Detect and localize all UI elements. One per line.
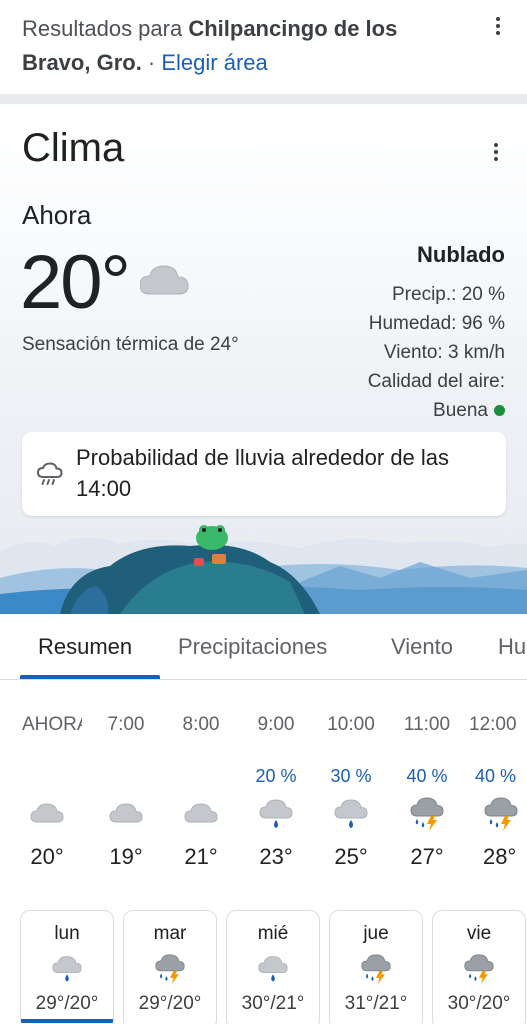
weather-stats: Precip.: 20 % Humedad: 96 % Viento: 3 km… [368,280,505,425]
air-quality-label: Calidad del aire: [367,371,505,392]
day-card-vie[interactable]: vie 30°/20° [432,910,526,1024]
rain-cloud-icon [36,462,63,485]
thunderstorm-icon [483,796,519,832]
rain-alert-text: Probabilidad de lluvia alrededor de las … [76,445,450,501]
humidity-stat: Humedad: 96 % [368,313,505,334]
feels-like-text: Sensación térmica de 24° [22,334,239,355]
hour-column: 9:00 20 % 23° [238,700,314,880]
hour-column: AHORA 20° [12,700,82,880]
day-name: lun [54,923,80,944]
hour-precip: 20 % [255,766,297,786]
cloud-rain-icon [333,796,369,832]
condition-text: Nublado [417,242,505,267]
section-divider [0,94,527,104]
day-name: vie [466,923,492,944]
hour-time: 7:00 [107,714,145,735]
thunderstorm-icon [154,953,186,985]
hour-time: 10:00 [327,714,375,735]
thunderstorm-icon [360,953,392,985]
wind-stat: Viento: 3 km/h [383,342,505,363]
day-name: mié [257,923,289,944]
day-card-mie[interactable]: mié 30°/21° [226,910,320,1024]
air-quality-value: Buena [433,400,488,421]
cloud-rain-icon [51,953,83,985]
weather-more-icon[interactable] [486,140,506,164]
selected-day-indicator [21,1019,113,1023]
search-results-header: Resultados para Chilpancingo de los Brav… [0,0,527,94]
cloud-rain-icon [257,953,289,985]
results-more-icon[interactable] [488,14,508,38]
thunderstorm-icon [409,796,445,832]
thunderstorm-icon [463,953,495,985]
hour-time: AHORA [22,714,82,735]
precip-stat: Precip.: 20 % [392,284,505,305]
current-temperature: 20° [20,240,131,325]
now-label: Ahora [22,200,92,230]
cloud-rain-icon [258,796,294,832]
hour-time: 11:00 [403,714,451,735]
weather-illustration [0,525,527,614]
day-card-lun[interactable]: lun 29°/20° [20,910,114,1024]
hourly-forecast: AHORA 20° 7:00 19° 8:00 21° 9:00 20 % 23… [0,700,527,890]
day-temps: 30°/20° [447,993,511,1014]
day-temps: 30°/21° [241,993,305,1014]
hour-time: 12:00 [469,714,517,735]
hour-temp: 28° [483,844,517,869]
tab-humedad[interactable]: Hu [498,634,526,660]
day-card-jue[interactable]: jue 31°/21° [329,910,423,1024]
hour-temp: 23° [259,844,293,869]
hour-column: 12:00 40 % 28° [463,700,527,880]
tab-viento[interactable]: Viento [391,634,453,660]
results-prefix: Resultados para [22,16,189,41]
hour-temp: 20° [30,844,64,869]
results-location-line: Resultados para Chilpancingo de los Brav… [22,12,467,80]
results-separator: · [141,50,162,75]
air-quality-status-dot [494,405,505,416]
cloud-icon [108,796,144,832]
hour-temp: 27° [410,844,444,869]
air-quality-row: Buena [368,396,505,425]
daily-forecast: lun 29°/20° mar 29°/20° mié 30°/21° jue … [0,910,527,1024]
tab-precipitaciones[interactable]: Precipitaciones [178,634,327,660]
hour-precip: 40 % [475,766,517,786]
hour-temp: 21° [184,844,218,869]
cloud-icon [183,796,219,832]
day-temps: 31°/21° [344,993,408,1014]
day-name: mar [153,923,187,944]
rain-alert-card[interactable]: Probabilidad de lluvia alrededor de las … [22,432,506,516]
day-name: jue [363,923,389,944]
day-card-mar[interactable]: mar 29°/20° [123,910,217,1024]
hour-precip: 40 % [406,766,448,786]
hour-column: 11:00 40 % 27° [389,700,465,880]
hour-temp: 19° [109,844,143,869]
day-temps: 29°/20° [138,993,202,1014]
weather-title: Clima [22,126,125,170]
active-tab-indicator [20,675,160,679]
hour-time: 8:00 [182,714,220,735]
cloud-icon [140,265,189,295]
hour-column: 10:00 30 % 25° [313,700,389,880]
hour-column: 7:00 19° [88,700,164,880]
hour-temp: 25° [334,844,368,869]
weather-card: Clima Ahora 20° Sensación térmica de 24°… [0,104,527,614]
choose-area-link[interactable]: Elegir área [161,50,267,75]
tab-resumen[interactable]: Resumen [38,634,132,660]
day-temps: 29°/20° [35,993,99,1014]
hour-column: 8:00 21° [163,700,239,880]
weather-tabs: Resumen Precipitaciones Viento Hu [0,614,527,680]
hour-time: 9:00 [257,714,295,735]
hour-precip: 30 % [330,766,372,786]
cloud-icon [29,796,65,832]
